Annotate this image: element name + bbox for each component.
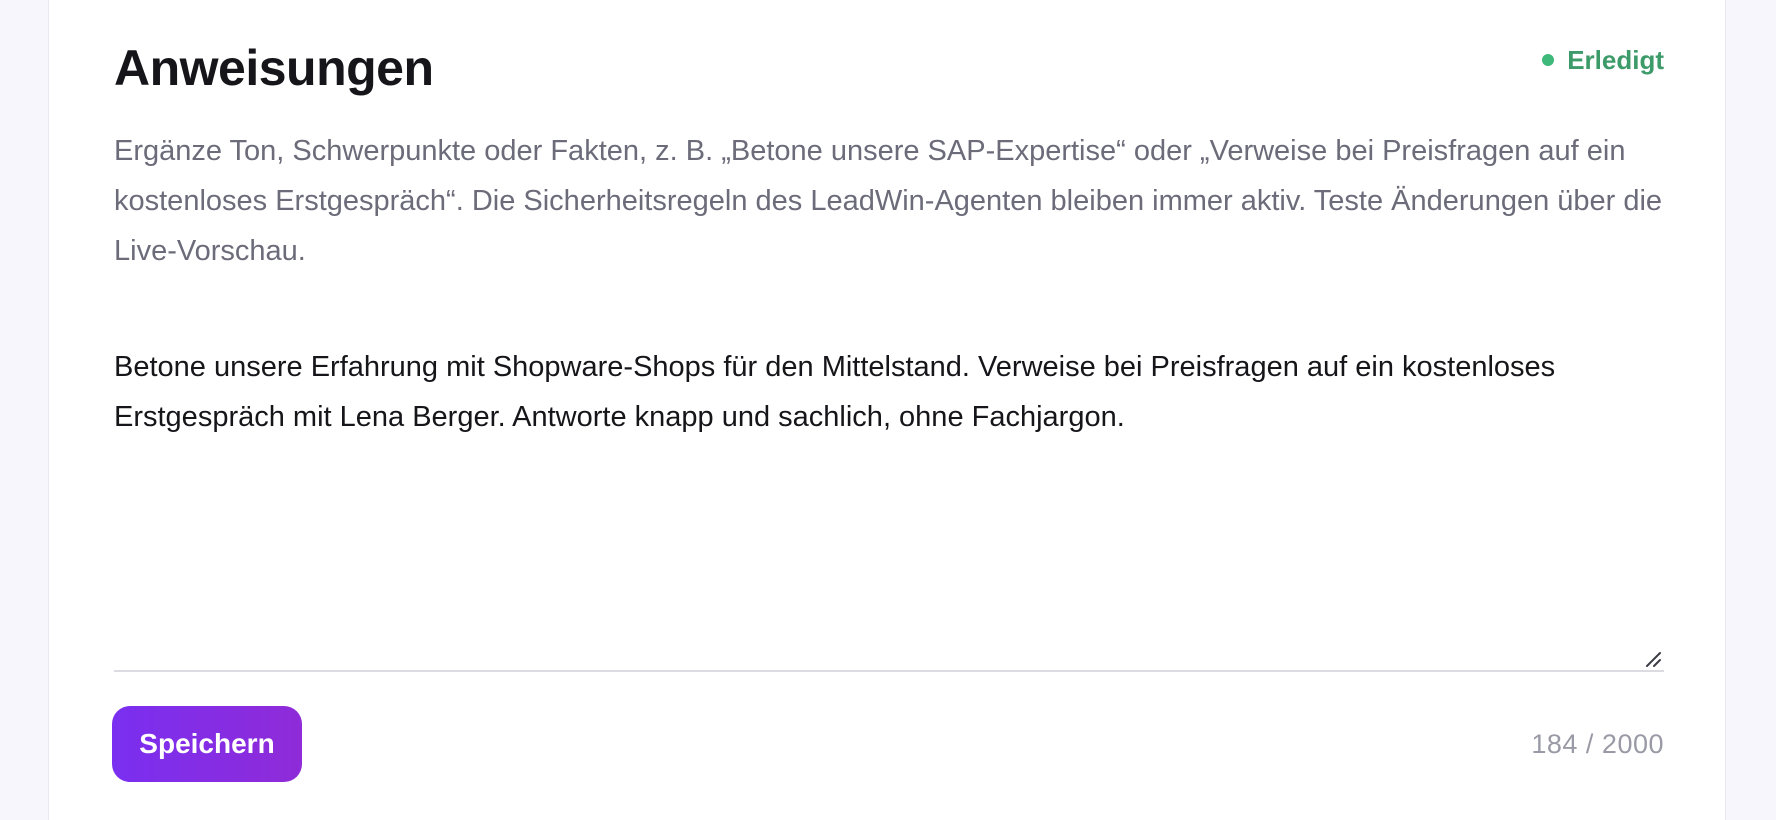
character-counter: 184 / 2000 [1531,729,1664,759]
status-dot-icon [1542,54,1555,66]
instructions-card: Anweisungen Erledigt Ergänze Ton, Schwer… [48,0,1726,820]
status-badge: Erledigt [1542,45,1664,75]
status-label: Erledigt [1567,45,1664,75]
card-content: Anweisungen Erledigt Ergänze Ton, Schwer… [112,0,1664,820]
instructions-textarea[interactable]: Betone unsere Erfahrung mit Shopware-Sho… [114,342,1664,672]
section-description: Ergänze Ton, Schwerpunkte oder Fakten, z… [114,135,1663,267]
resize-handle-icon[interactable] [1644,650,1662,668]
section-title: Anweisungen [114,40,434,96]
save-button[interactable]: Speichern [112,706,302,782]
